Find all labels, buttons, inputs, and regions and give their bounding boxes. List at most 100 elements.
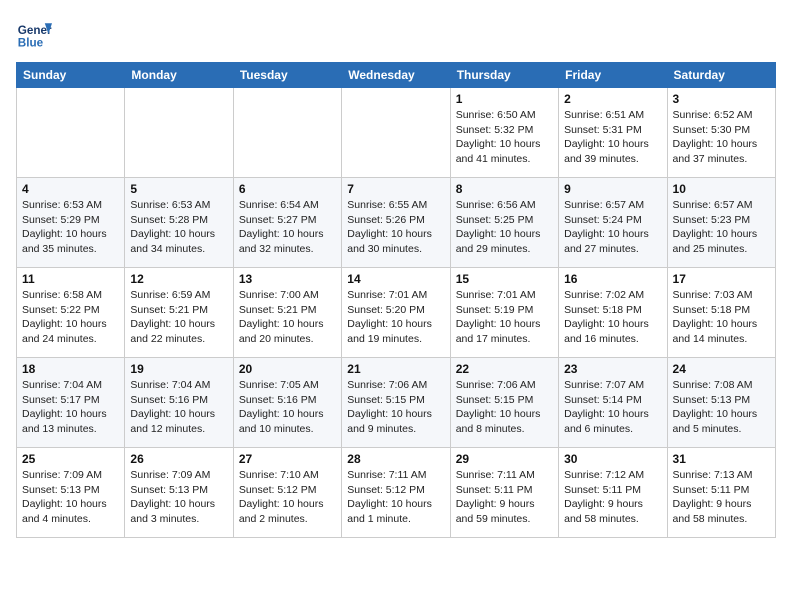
- day-info: Sunrise: 7:04 AM Sunset: 5:17 PM Dayligh…: [22, 378, 119, 437]
- day-number: 28: [347, 452, 444, 466]
- week-row-1: 1 Sunrise: 6:50 AM Sunset: 5:32 PM Daylig…: [17, 88, 776, 178]
- day-number: 10: [673, 182, 770, 196]
- day-info: Sunrise: 7:06 AM Sunset: 5:15 PM Dayligh…: [456, 378, 553, 437]
- day-number: 5: [130, 182, 227, 196]
- day-info: Sunrise: 6:57 AM Sunset: 5:23 PM Dayligh…: [673, 198, 770, 257]
- day-number: 9: [564, 182, 661, 196]
- calendar-cell: 9 Sunrise: 6:57 AM Sunset: 5:24 PM Daylig…: [559, 178, 667, 268]
- calendar-cell: [17, 88, 125, 178]
- day-info: Sunrise: 7:13 AM Sunset: 5:11 PM Dayligh…: [673, 468, 770, 527]
- day-info: Sunrise: 6:59 AM Sunset: 5:21 PM Dayligh…: [130, 288, 227, 347]
- day-number: 12: [130, 272, 227, 286]
- calendar-cell: 21 Sunrise: 7:06 AM Sunset: 5:15 PM Dayli…: [342, 358, 450, 448]
- weekday-sunday: Sunday: [17, 63, 125, 88]
- day-number: 14: [347, 272, 444, 286]
- day-info: Sunrise: 6:54 AM Sunset: 5:27 PM Dayligh…: [239, 198, 336, 257]
- logo: General Blue: [16, 16, 56, 52]
- day-number: 22: [456, 362, 553, 376]
- day-info: Sunrise: 7:06 AM Sunset: 5:15 PM Dayligh…: [347, 378, 444, 437]
- day-info: Sunrise: 6:50 AM Sunset: 5:32 PM Dayligh…: [456, 108, 553, 167]
- day-info: Sunrise: 7:00 AM Sunset: 5:21 PM Dayligh…: [239, 288, 336, 347]
- day-info: Sunrise: 6:55 AM Sunset: 5:26 PM Dayligh…: [347, 198, 444, 257]
- calendar-cell: 7 Sunrise: 6:55 AM Sunset: 5:26 PM Daylig…: [342, 178, 450, 268]
- calendar-cell: 12 Sunrise: 6:59 AM Sunset: 5:21 PM Dayli…: [125, 268, 233, 358]
- week-row-2: 4 Sunrise: 6:53 AM Sunset: 5:29 PM Daylig…: [17, 178, 776, 268]
- calendar-cell: 22 Sunrise: 7:06 AM Sunset: 5:15 PM Dayli…: [450, 358, 558, 448]
- day-number: 8: [456, 182, 553, 196]
- day-number: 30: [564, 452, 661, 466]
- calendar-cell: 15 Sunrise: 7:01 AM Sunset: 5:19 PM Dayli…: [450, 268, 558, 358]
- day-number: 13: [239, 272, 336, 286]
- day-number: 2: [564, 92, 661, 106]
- calendar-cell: 14Sunrise: 7:01 AM Sunset: 5:20 PM Dayli…: [342, 268, 450, 358]
- weekday-tuesday: Tuesday: [233, 63, 341, 88]
- day-info: Sunrise: 7:05 AM Sunset: 5:16 PM Dayligh…: [239, 378, 336, 437]
- calendar-cell: 19 Sunrise: 7:04 AM Sunset: 5:16 PM Dayli…: [125, 358, 233, 448]
- calendar-cell: 8 Sunrise: 6:56 AM Sunset: 5:25 PM Daylig…: [450, 178, 558, 268]
- calendar-cell: 16 Sunrise: 7:02 AM Sunset: 5:18 PM Dayli…: [559, 268, 667, 358]
- calendar-cell: 4 Sunrise: 6:53 AM Sunset: 5:29 PM Daylig…: [17, 178, 125, 268]
- day-number: 16: [564, 272, 661, 286]
- day-number: 21: [347, 362, 444, 376]
- calendar-cell: 29Sunrise: 7:11 AM Sunset: 5:11 PM Dayli…: [450, 448, 558, 538]
- day-number: 18: [22, 362, 119, 376]
- day-number: 4: [22, 182, 119, 196]
- calendar-cell: 20Sunrise: 7:05 AM Sunset: 5:16 PM Dayli…: [233, 358, 341, 448]
- calendar-cell: 25Sunrise: 7:09 AM Sunset: 5:13 PM Dayli…: [17, 448, 125, 538]
- day-info: Sunrise: 7:03 AM Sunset: 5:18 PM Dayligh…: [673, 288, 770, 347]
- day-info: Sunrise: 6:56 AM Sunset: 5:25 PM Dayligh…: [456, 198, 553, 257]
- day-number: 19: [130, 362, 227, 376]
- weekday-wednesday: Wednesday: [342, 63, 450, 88]
- logo-icon: General Blue: [16, 16, 52, 52]
- calendar-cell: 26 Sunrise: 7:09 AM Sunset: 5:13 PM Dayli…: [125, 448, 233, 538]
- calendar-cell: 5 Sunrise: 6:53 AM Sunset: 5:28 PM Daylig…: [125, 178, 233, 268]
- day-number: 15: [456, 272, 553, 286]
- calendar-cell: 3 Sunrise: 6:52 AM Sunset: 5:30 PM Daylig…: [667, 88, 775, 178]
- day-number: 29: [456, 452, 553, 466]
- calendar-cell: 6 Sunrise: 6:54 AM Sunset: 5:27 PM Daylig…: [233, 178, 341, 268]
- calendar-cell: [233, 88, 341, 178]
- day-number: 1: [456, 92, 553, 106]
- calendar-body: 1 Sunrise: 6:50 AM Sunset: 5:32 PM Daylig…: [17, 88, 776, 538]
- calendar-table: SundayMondayTuesdayWednesdayThursdayFrid…: [16, 62, 776, 538]
- weekday-header-row: SundayMondayTuesdayWednesdayThursdayFrid…: [17, 63, 776, 88]
- day-number: 3: [673, 92, 770, 106]
- day-number: 24: [673, 362, 770, 376]
- day-info: Sunrise: 7:04 AM Sunset: 5:16 PM Dayligh…: [130, 378, 227, 437]
- weekday-monday: Monday: [125, 63, 233, 88]
- day-number: 31: [673, 452, 770, 466]
- calendar-cell: 13 Sunrise: 7:00 AM Sunset: 5:21 PM Dayli…: [233, 268, 341, 358]
- day-info: Sunrise: 6:53 AM Sunset: 5:29 PM Dayligh…: [22, 198, 119, 257]
- day-info: Sunrise: 6:57 AM Sunset: 5:24 PM Dayligh…: [564, 198, 661, 257]
- calendar-cell: 18 Sunrise: 7:04 AM Sunset: 5:17 PM Dayli…: [17, 358, 125, 448]
- calendar-cell: [342, 88, 450, 178]
- day-number: 7: [347, 182, 444, 196]
- day-info: Sunrise: 6:51 AM Sunset: 5:31 PM Dayligh…: [564, 108, 661, 167]
- week-row-5: 25Sunrise: 7:09 AM Sunset: 5:13 PM Dayli…: [17, 448, 776, 538]
- day-info: Sunrise: 6:52 AM Sunset: 5:30 PM Dayligh…: [673, 108, 770, 167]
- calendar-cell: 27Sunrise: 7:10 AM Sunset: 5:12 PM Dayli…: [233, 448, 341, 538]
- week-row-4: 18 Sunrise: 7:04 AM Sunset: 5:17 PM Dayli…: [17, 358, 776, 448]
- day-info: Sunrise: 6:53 AM Sunset: 5:28 PM Dayligh…: [130, 198, 227, 257]
- day-number: 27: [239, 452, 336, 466]
- day-info: Sunrise: 7:11 AM Sunset: 5:12 PM Dayligh…: [347, 468, 444, 527]
- calendar-cell: 10 Sunrise: 6:57 AM Sunset: 5:23 PM Dayli…: [667, 178, 775, 268]
- calendar-cell: 11Sunrise: 6:58 AM Sunset: 5:22 PM Dayli…: [17, 268, 125, 358]
- calendar-cell: 17 Sunrise: 7:03 AM Sunset: 5:18 PM Dayli…: [667, 268, 775, 358]
- day-number: 26: [130, 452, 227, 466]
- calendar-cell: 31 Sunrise: 7:13 AM Sunset: 5:11 PM Dayli…: [667, 448, 775, 538]
- day-info: Sunrise: 7:12 AM Sunset: 5:11 PM Dayligh…: [564, 468, 661, 527]
- day-number: 6: [239, 182, 336, 196]
- day-info: Sunrise: 7:02 AM Sunset: 5:18 PM Dayligh…: [564, 288, 661, 347]
- day-info: Sunrise: 7:09 AM Sunset: 5:13 PM Dayligh…: [130, 468, 227, 527]
- day-info: Sunrise: 7:09 AM Sunset: 5:13 PM Dayligh…: [22, 468, 119, 527]
- day-info: Sunrise: 7:01 AM Sunset: 5:19 PM Dayligh…: [456, 288, 553, 347]
- calendar-cell: 28 Sunrise: 7:11 AM Sunset: 5:12 PM Dayli…: [342, 448, 450, 538]
- day-number: 23: [564, 362, 661, 376]
- calendar-cell: 30 Sunrise: 7:12 AM Sunset: 5:11 PM Dayli…: [559, 448, 667, 538]
- weekday-saturday: Saturday: [667, 63, 775, 88]
- calendar-cell: 24Sunrise: 7:08 AM Sunset: 5:13 PM Dayli…: [667, 358, 775, 448]
- day-number: 17: [673, 272, 770, 286]
- calendar-cell: 2 Sunrise: 6:51 AM Sunset: 5:31 PM Daylig…: [559, 88, 667, 178]
- day-number: 11: [22, 272, 119, 286]
